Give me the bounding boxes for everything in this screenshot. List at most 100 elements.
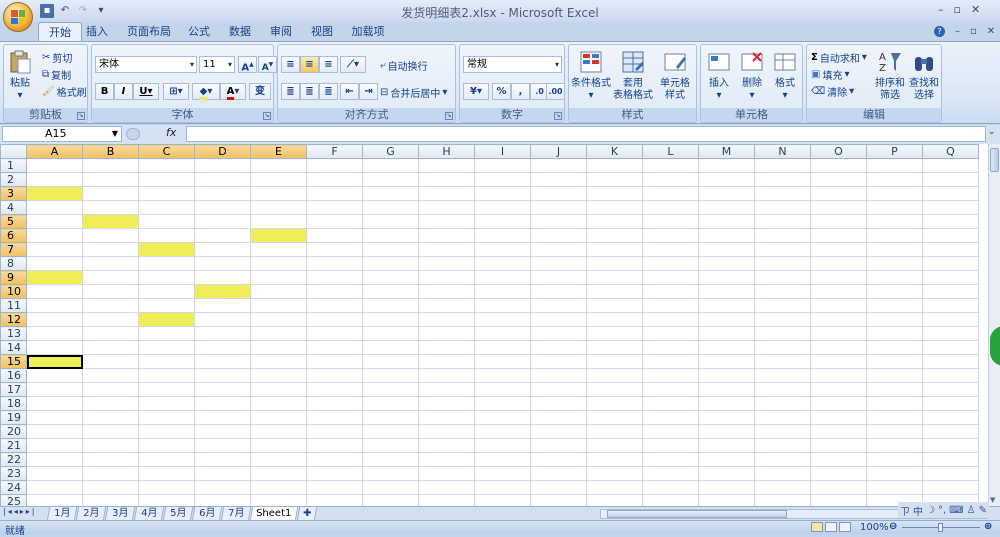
- cell-m9[interactable]: [698, 270, 755, 285]
- cell-e19[interactable]: [250, 410, 307, 425]
- cell-h11[interactable]: [418, 298, 475, 313]
- row-header-12[interactable]: 12: [0, 312, 27, 327]
- column-header-e[interactable]: E: [250, 144, 307, 159]
- borders-button[interactable]: ⊞▾: [163, 83, 189, 100]
- cell-m15[interactable]: [698, 354, 755, 369]
- sheet-tab-2[interactable]: 2月: [75, 507, 107, 521]
- cell-p16[interactable]: [866, 368, 923, 383]
- punct-icon[interactable]: °,: [938, 505, 946, 516]
- cell-g23[interactable]: [362, 466, 419, 481]
- cell-n2[interactable]: [754, 172, 811, 187]
- cell-d9[interactable]: [194, 270, 251, 285]
- cell-f1[interactable]: [306, 158, 363, 173]
- cell-g18[interactable]: [362, 396, 419, 411]
- cell-p2[interactable]: [866, 172, 923, 187]
- column-header-m[interactable]: M: [698, 144, 755, 159]
- cell-l23[interactable]: [642, 466, 699, 481]
- cell-e22[interactable]: [250, 452, 307, 467]
- scroll-down-icon[interactable]: ▼: [990, 496, 995, 504]
- zoom-slider-thumb[interactable]: [938, 523, 943, 532]
- cell-e23[interactable]: [250, 466, 307, 481]
- cell-b20[interactable]: [82, 424, 139, 439]
- sheet-tab-4[interactable]: 4月: [133, 507, 165, 521]
- normal-view-icon[interactable]: [811, 522, 823, 532]
- cell-g24[interactable]: [362, 480, 419, 495]
- cell-q24[interactable]: [922, 480, 979, 495]
- cell-b22[interactable]: [82, 452, 139, 467]
- insert-cells-button[interactable]: 插入 ▾: [703, 49, 735, 102]
- cell-h3[interactable]: [418, 186, 475, 201]
- cell-j18[interactable]: [530, 396, 587, 411]
- cell-q23[interactable]: [922, 466, 979, 481]
- cell-j17[interactable]: [530, 382, 587, 397]
- cell-d24[interactable]: [194, 480, 251, 495]
- cell-e1[interactable]: [250, 158, 307, 173]
- cell-q12[interactable]: [922, 312, 979, 327]
- grow-font-button[interactable]: A▲: [238, 56, 257, 73]
- cell-l16[interactable]: [642, 368, 699, 383]
- align-bottom-button[interactable]: ≡: [319, 56, 338, 73]
- row-header-25[interactable]: 25: [0, 494, 27, 506]
- cell-l6[interactable]: [642, 228, 699, 243]
- cell-f20[interactable]: [306, 424, 363, 439]
- cell-i24[interactable]: [474, 480, 531, 495]
- cell-l1[interactable]: [642, 158, 699, 173]
- cell-m12[interactable]: [698, 312, 755, 327]
- align-right-button[interactable]: ≣: [319, 83, 338, 100]
- cell-f22[interactable]: [306, 452, 363, 467]
- zoom-level[interactable]: 100%: [860, 522, 889, 533]
- cell-n24[interactable]: [754, 480, 811, 495]
- cell-j19[interactable]: [530, 410, 587, 425]
- cell-l9[interactable]: [642, 270, 699, 285]
- cell-j13[interactable]: [530, 326, 587, 341]
- cell-p4[interactable]: [866, 200, 923, 215]
- cell-q10[interactable]: [922, 284, 979, 299]
- cell-c11[interactable]: [138, 298, 195, 313]
- tab-formulas[interactable]: 公式: [184, 22, 214, 41]
- cell-a2[interactable]: [26, 172, 83, 187]
- cell-n13[interactable]: [754, 326, 811, 341]
- cell-g4[interactable]: [362, 200, 419, 215]
- cell-g21[interactable]: [362, 438, 419, 453]
- cell-a14[interactable]: [26, 340, 83, 355]
- cell-e12[interactable]: [250, 312, 307, 327]
- cell-c10[interactable]: [138, 284, 195, 299]
- cell-n18[interactable]: [754, 396, 811, 411]
- sheet-tab-5[interactable]: 5月: [162, 507, 194, 521]
- cell-e21[interactable]: [250, 438, 307, 453]
- find-select-button[interactable]: 查找和 选择: [907, 49, 941, 102]
- restore-icon[interactable]: ▫: [954, 3, 961, 16]
- cell-i9[interactable]: [474, 270, 531, 285]
- cell-n20[interactable]: [754, 424, 811, 439]
- cell-a5[interactable]: [26, 214, 83, 229]
- cell-f3[interactable]: [306, 186, 363, 201]
- cell-k24[interactable]: [586, 480, 643, 495]
- cell-b24[interactable]: [82, 480, 139, 495]
- cell-i2[interactable]: [474, 172, 531, 187]
- insert-function-button[interactable]: fx: [166, 126, 176, 139]
- expand-namebox-icon[interactable]: [126, 128, 140, 140]
- cell-e16[interactable]: [250, 368, 307, 383]
- cell-l24[interactable]: [642, 480, 699, 495]
- cell-d10[interactable]: [194, 284, 251, 299]
- cell-g16[interactable]: [362, 368, 419, 383]
- cell-k20[interactable]: [586, 424, 643, 439]
- help-icon[interactable]: ?: [934, 26, 945, 37]
- cell-h13[interactable]: [418, 326, 475, 341]
- cell-i6[interactable]: [474, 228, 531, 243]
- column-header-a[interactable]: A: [26, 144, 83, 159]
- cell-i22[interactable]: [474, 452, 531, 467]
- cell-c1[interactable]: [138, 158, 195, 173]
- cell-m22[interactable]: [698, 452, 755, 467]
- cell-l21[interactable]: [642, 438, 699, 453]
- name-box[interactable]: A15 ▼: [2, 126, 122, 142]
- cell-i1[interactable]: [474, 158, 531, 173]
- fill-color-button[interactable]: ◆▾: [192, 83, 220, 100]
- cell-c2[interactable]: [138, 172, 195, 187]
- paste-button[interactable]: 粘贴 ▾: [7, 49, 33, 102]
- cell-i12[interactable]: [474, 312, 531, 327]
- cell-b12[interactable]: [82, 312, 139, 327]
- cut-button[interactable]: ✂ 剪切: [42, 50, 72, 65]
- cell-l17[interactable]: [642, 382, 699, 397]
- cell-q18[interactable]: [922, 396, 979, 411]
